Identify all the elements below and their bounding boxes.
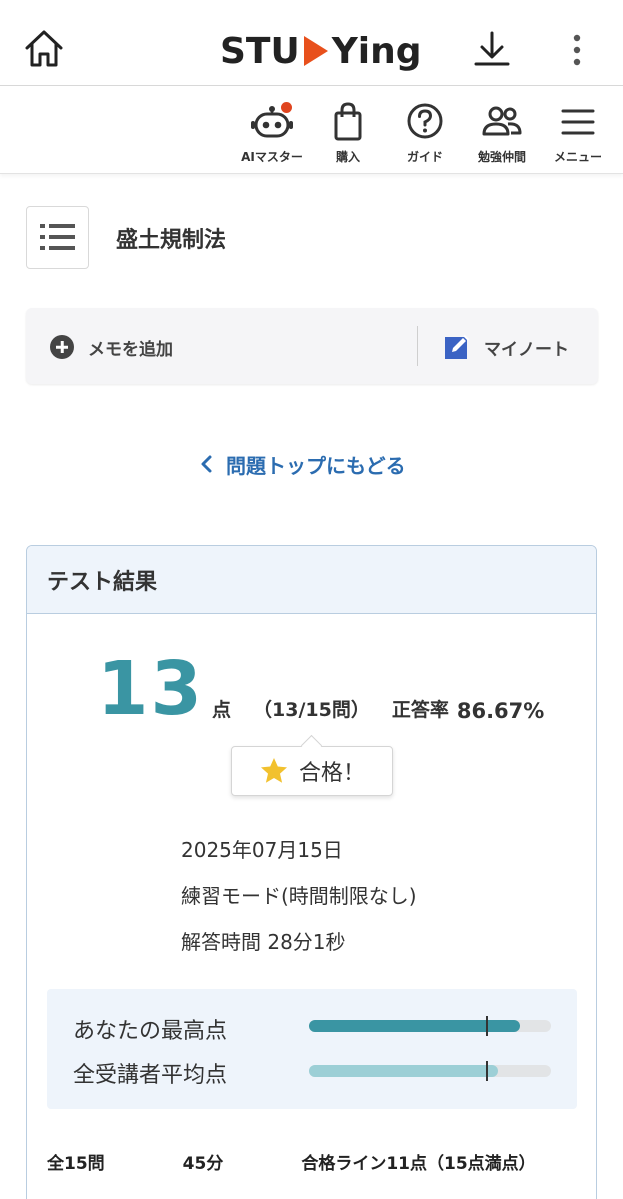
average-score-bar (309, 1061, 551, 1081)
memo-divider (417, 326, 418, 366)
people-icon (482, 106, 522, 136)
time-limit: 45分 (182, 1153, 224, 1174)
test-result-card: テスト結果 13 点 （13/15問） 正答率 86.67% 合格！ 2025年… (26, 545, 597, 1199)
card-title: テスト結果 (47, 569, 158, 595)
card-header: テスト結果 (27, 546, 596, 614)
my-note-label: マイノート (484, 339, 569, 360)
note-edit-icon (445, 334, 470, 359)
more-options-button[interactable] (565, 30, 589, 70)
average-score-label: 全受講者平均点 (73, 1063, 228, 1088)
my-note-button[interactable]: マイノート (444, 333, 569, 361)
question-circle-icon (407, 103, 443, 139)
pass-line-marker (486, 1016, 489, 1036)
toolbar-menu[interactable]: メニュー (548, 86, 608, 174)
logo-text-right: Ying (331, 30, 422, 72)
chapter-list-button[interactable] (26, 206, 89, 269)
back-to-questions-link[interactable]: 問題トップにもどる (198, 448, 406, 480)
back-link-label: 問題トップにもどる (226, 453, 406, 478)
star-icon (260, 758, 287, 783)
download-button[interactable] (470, 28, 514, 72)
pass-badge: 合格！ (231, 746, 393, 796)
memo-bar: メモを追加 マイノート (26, 308, 598, 384)
hamburger-icon (561, 109, 595, 135)
logo-play-icon (303, 36, 328, 66)
toolbar-menu-label: メニュー (553, 150, 602, 164)
pass-line-marker (486, 1061, 489, 1081)
test-mode: 練習モード(時間制限なし) (181, 884, 417, 908)
best-score-label: あなたの最高点 (73, 1019, 228, 1044)
toolbar-study-buddies[interactable]: 勉強仲間 (470, 86, 534, 174)
download-icon (474, 31, 510, 66)
average-score-fill (309, 1065, 498, 1077)
accuracy-label: 正答率 (391, 699, 449, 721)
test-summary-row: 全15問 45分 合格ライン11点（15点満点） (47, 1146, 536, 1176)
page-title: 盛土規制法 (116, 228, 227, 253)
toolbar-ai-master-label: AIマスター (241, 150, 303, 164)
toolbar-guide[interactable]: ガイド (394, 86, 456, 174)
answer-time: 解答時間 28分1秒 (181, 930, 346, 954)
toolbar-guide-label: ガイド (406, 150, 443, 164)
icon-toolbar: AIマスター 購入 ガイド 勉強仲間 メニュー (0, 86, 623, 174)
home-icon (25, 30, 63, 67)
score-comparison: あなたの最高点 全受講者平均点 (47, 989, 577, 1109)
studying-logo[interactable]: STU Ying (220, 26, 422, 76)
score-row: 13 点 （13/15問） 正答率 86.67% (97, 646, 544, 726)
chevron-left-icon (201, 455, 212, 473)
add-memo-button[interactable]: メモを追加 (50, 334, 173, 360)
correct-count: （13/15問） (253, 699, 370, 721)
best-score-bar (309, 1016, 551, 1036)
score-unit: 点 (211, 699, 231, 721)
question-count: 全15問 (47, 1153, 105, 1174)
toolbar-ai-master[interactable]: AIマスター (240, 86, 304, 174)
pass-label: 合格！ (298, 761, 365, 786)
logo-text-left: STU (220, 30, 300, 72)
pass-line: 合格ライン11点（15点満点） (301, 1153, 536, 1174)
accuracy-value: 86.67% (456, 699, 545, 723)
list-icon (40, 224, 75, 250)
test-date: 2025年07月15日 (181, 838, 343, 862)
app-header: STU Ying (0, 0, 623, 86)
plus-circle-icon (50, 335, 74, 359)
score-value: 13 (97, 646, 204, 732)
shopping-bag-icon (334, 102, 362, 141)
toolbar-study-buddies-label: 勉強仲間 (477, 150, 526, 164)
notification-dot (281, 102, 292, 113)
home-button[interactable] (22, 28, 66, 70)
add-memo-label: メモを追加 (88, 339, 173, 360)
vertical-dots-icon (573, 34, 581, 66)
toolbar-purchase[interactable]: 購入 (318, 86, 378, 174)
toolbar-purchase-label: 購入 (335, 150, 360, 164)
